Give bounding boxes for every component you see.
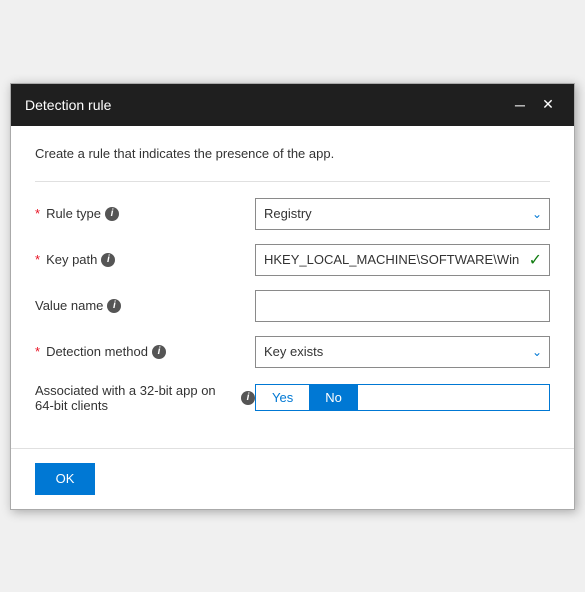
rule-type-select-wrapper: Registry File MSI product code Script ⌄ xyxy=(255,198,550,230)
required-star: * xyxy=(35,206,40,221)
detection-method-row: * Detection method i Key exists Key valu… xyxy=(35,336,550,368)
close-button[interactable]: ✕ xyxy=(536,93,560,117)
bit-app-control: Yes No xyxy=(255,384,550,411)
key-path-label: * Key path i xyxy=(35,252,255,267)
minimize-button[interactable]: ─ xyxy=(508,93,532,117)
rule-type-select[interactable]: Registry File MSI product code Script xyxy=(255,198,550,230)
value-name-label: Value name i xyxy=(35,298,255,313)
bit-app-label: Associated with a 32-bit app on 64-bit c… xyxy=(35,383,255,413)
key-path-check-icon: ✓ xyxy=(529,250,542,270)
detection-rule-dialog: Detection rule ─ ✕ Create a rule that in… xyxy=(10,83,575,510)
form-description: Create a rule that indicates the presenc… xyxy=(35,146,550,161)
form-section: * Rule type i Registry File MSI product … xyxy=(35,181,550,414)
bit-app-toggle-group: Yes No xyxy=(255,384,550,411)
bit-app-yes-button[interactable]: Yes xyxy=(256,385,309,410)
value-name-control xyxy=(255,290,550,322)
rule-type-label: * Rule type i xyxy=(35,206,255,221)
bit-app-no-button[interactable]: No xyxy=(309,385,358,410)
detection-method-select-wrapper: Key exists Key value exists String compa… xyxy=(255,336,550,368)
value-name-input-wrapper xyxy=(255,290,550,322)
rule-type-info-icon: i xyxy=(105,207,119,221)
key-path-input[interactable] xyxy=(255,244,550,276)
ok-button[interactable]: OK xyxy=(35,463,95,495)
key-path-control: ✓ xyxy=(255,244,550,276)
dialog-title: Detection rule xyxy=(25,97,111,113)
titlebar-controls: ─ ✕ xyxy=(508,93,560,117)
value-name-input[interactable] xyxy=(255,290,550,322)
key-path-info-icon: i xyxy=(101,253,115,267)
detection-method-select[interactable]: Key exists Key value exists String compa… xyxy=(255,336,550,368)
titlebar: Detection rule ─ ✕ xyxy=(11,84,574,126)
value-name-row: Value name i xyxy=(35,290,550,322)
value-name-info-icon: i xyxy=(107,299,121,313)
key-path-row: * Key path i ✓ xyxy=(35,244,550,276)
detection-method-info-icon: i xyxy=(152,345,166,359)
dialog-footer: OK xyxy=(11,448,574,509)
dialog-content: Create a rule that indicates the presenc… xyxy=(11,126,574,448)
key-path-input-wrapper: ✓ xyxy=(255,244,550,276)
rule-type-control: Registry File MSI product code Script ⌄ xyxy=(255,198,550,230)
detection-method-label: * Detection method i xyxy=(35,344,255,359)
rule-type-row: * Rule type i Registry File MSI product … xyxy=(35,198,550,230)
detection-method-control: Key exists Key value exists String compa… xyxy=(255,336,550,368)
required-star-2: * xyxy=(35,252,40,267)
required-star-3: * xyxy=(35,344,40,359)
bit-app-info-icon: i xyxy=(241,391,255,405)
bit-app-row: Associated with a 32-bit app on 64-bit c… xyxy=(35,382,550,414)
